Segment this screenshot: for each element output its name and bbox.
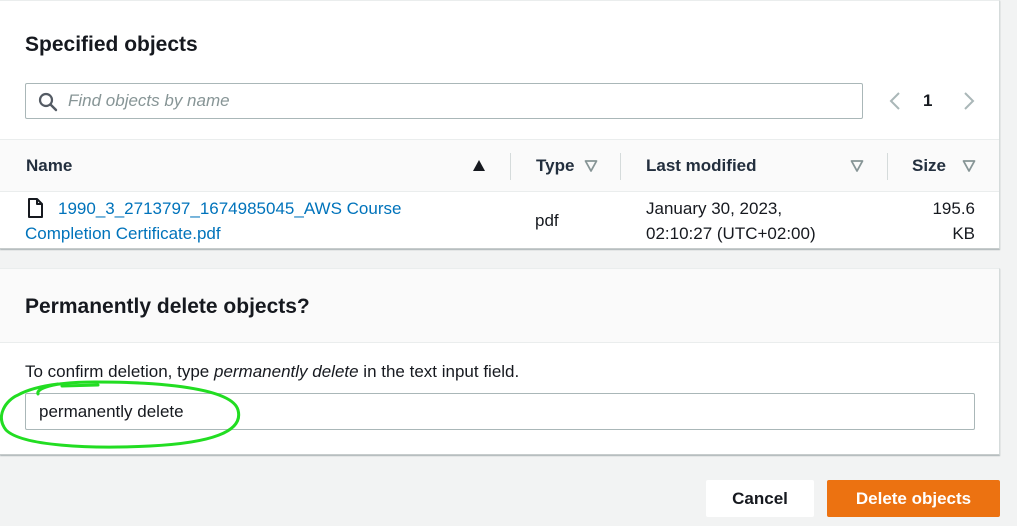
sort-icon[interactable]: [850, 159, 864, 173]
search-icon: [38, 92, 58, 112]
chevron-right-icon[interactable]: [956, 89, 980, 113]
search-box[interactable]: [25, 83, 863, 119]
instruction-prefix: To confirm deletion, type: [25, 362, 214, 381]
confirm-instruction: To confirm deletion, type permanently de…: [25, 362, 519, 382]
object-last-modified-date: January 30, 2023,: [646, 199, 783, 218]
object-type: pdf: [535, 211, 559, 230]
column-divider[interactable]: [887, 153, 888, 180]
column-divider[interactable]: [620, 153, 621, 180]
pagination: 1: [880, 83, 990, 119]
column-header-size[interactable]: Size: [912, 140, 987, 192]
column-header-type[interactable]: Type: [536, 140, 616, 192]
specified-objects-title: Specified objects: [25, 33, 198, 56]
object-size-unit: KB: [952, 224, 975, 243]
column-label-size: Size: [912, 156, 947, 175]
permanently-delete-panel: Permanently delete objects? To confirm d…: [0, 268, 1000, 455]
column-divider[interactable]: [510, 153, 511, 180]
sort-icon[interactable]: [584, 159, 598, 173]
divider: [0, 342, 999, 343]
table-header: Name Type Last modified Size: [0, 139, 999, 192]
object-size-value: 195.6: [932, 199, 975, 218]
column-header-name[interactable]: Name: [26, 140, 506, 192]
object-last-modified-time: 02:10:27 (UTC+02:00): [646, 224, 816, 243]
instruction-keyword: permanently delete: [213, 362, 359, 381]
column-label-last-modified: Last modified: [646, 156, 757, 175]
delete-objects-button[interactable]: Delete objects: [827, 480, 1000, 517]
column-label-name: Name: [26, 156, 73, 175]
column-label-type: Type: [536, 156, 575, 175]
search-input[interactable]: [68, 84, 848, 118]
confirm-delete-input[interactable]: [25, 393, 975, 430]
column-header-last-modified[interactable]: Last modified: [646, 140, 876, 192]
current-page-number[interactable]: 1: [923, 91, 932, 111]
sort-ascending-icon[interactable]: [472, 159, 486, 173]
object-name-link[interactable]: 1990_3_2713797_1674985045_AWS Course Com…: [25, 196, 445, 246]
chevron-left-icon[interactable]: [884, 89, 908, 113]
permanently-delete-title: Permanently delete objects?: [25, 295, 310, 318]
instruction-suffix: in the text input field.: [358, 362, 520, 381]
sort-icon[interactable]: [962, 159, 976, 173]
cancel-button[interactable]: Cancel: [706, 480, 814, 517]
